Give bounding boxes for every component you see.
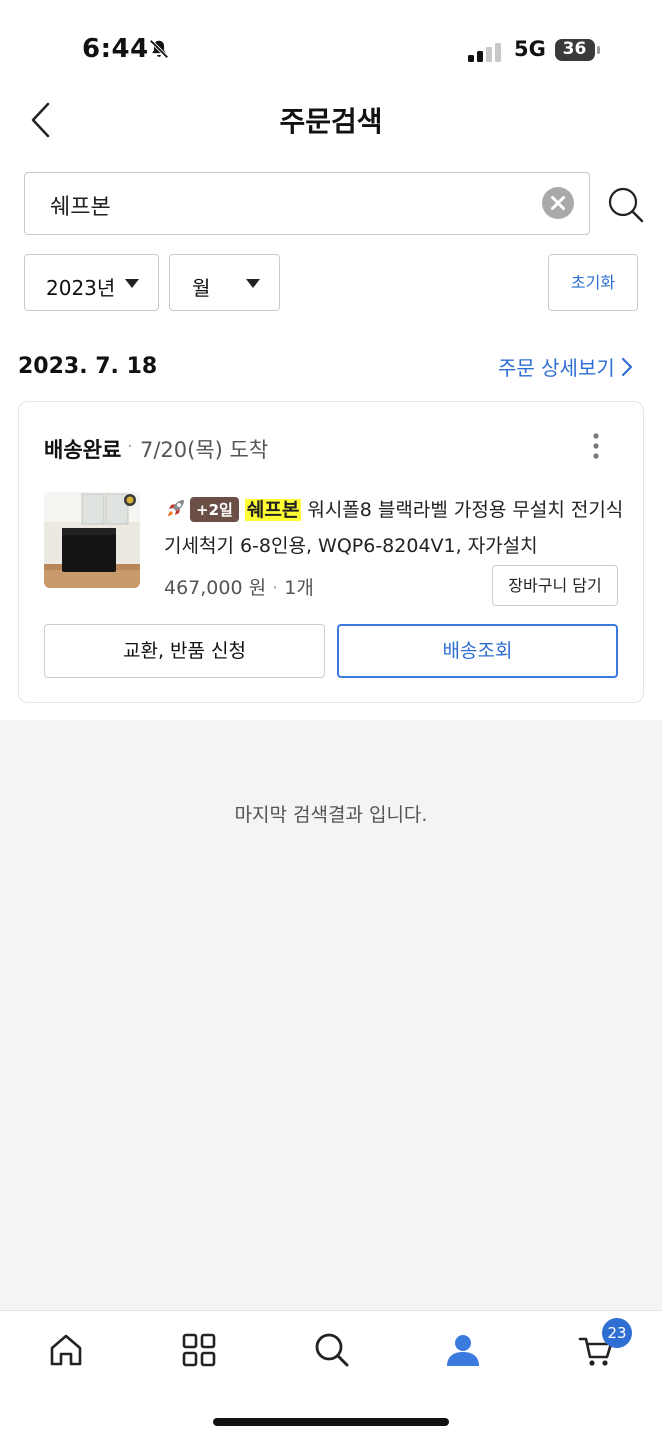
product-thumbnail[interactable]	[44, 492, 140, 588]
order-detail-link[interactable]: 주문 상세보기	[498, 352, 615, 381]
month-select-label: 월	[192, 276, 211, 300]
search-icon[interactable]	[605, 184, 645, 224]
search-highlight: 쉐프본	[244, 499, 302, 521]
product-name-line1[interactable]: +2일 쉐프본 워시폴8 블랙라벨 가정용 무설치 전기식	[164, 495, 623, 522]
search-icon[interactable]	[312, 1330, 352, 1370]
product-quantity: 1개	[284, 577, 314, 599]
end-of-results-message: 마지막 검색결과 입니다.	[234, 804, 428, 826]
home-indicator	[213, 1418, 449, 1426]
more-vertical-icon[interactable]	[584, 430, 608, 462]
month-select[interactable]: 월	[169, 254, 280, 311]
price-quantity: 467,000 원 · 1개	[164, 573, 314, 600]
reset-button[interactable]: 초기화	[548, 254, 638, 311]
caret-down-icon	[125, 279, 139, 288]
clear-icon[interactable]	[542, 187, 574, 219]
product-name-text: 워시폴8 블랙라벨 가정용 무설치 전기식	[301, 499, 624, 521]
rocket-delivery-icon	[168, 500, 184, 516]
chevron-right-icon[interactable]	[620, 356, 634, 378]
product-name-line2[interactable]: 기세척기 6-8인용, WQP6-8204V1, 자가설치	[164, 531, 538, 558]
delivery-status: 배송완료	[44, 438, 122, 462]
cart-count-badge: 23	[602, 1318, 632, 1348]
arrival-date: 7/20(목) 도착	[140, 438, 269, 462]
return-request-button[interactable]: 교환, 반품 신청	[44, 624, 325, 678]
battery-icon: 36	[554, 38, 602, 62]
my-page-icon[interactable]	[443, 1330, 483, 1370]
signal-icon	[468, 43, 501, 62]
year-select[interactable]: 2023년	[24, 254, 159, 311]
order-date: 2023. 7. 18	[18, 354, 158, 379]
caret-down-icon	[246, 279, 260, 288]
track-delivery-button[interactable]: 배송조회	[337, 624, 618, 678]
battery-level: 36	[562, 39, 587, 59]
network-label: 5G	[514, 37, 546, 61]
delivery-badge: +2일	[190, 497, 239, 522]
category-icon[interactable]	[179, 1330, 219, 1370]
product-price: 467,000 원	[164, 577, 267, 599]
add-to-cart-button[interactable]: 장바구니 담기	[492, 565, 618, 606]
separator: ·	[127, 436, 133, 457]
separator: ·	[272, 577, 279, 599]
status-time: 6:44	[82, 34, 149, 64]
page-title: 주문검색	[279, 105, 383, 138]
bell-muted-icon	[149, 39, 169, 59]
year-select-label: 2023년	[46, 276, 116, 300]
home-icon[interactable]	[46, 1330, 86, 1370]
search-query[interactable]: 쉐프본	[50, 189, 111, 221]
